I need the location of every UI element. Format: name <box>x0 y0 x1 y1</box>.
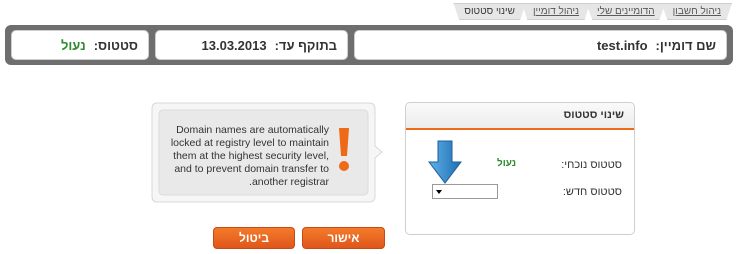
domain-name-label: שם דומיין: <box>655 37 716 53</box>
confirm-button[interactable]: אישור <box>302 227 385 249</box>
status-value: נעול <box>60 37 86 53</box>
expiry-cell: בתוקף עד: 13.03.2013 <box>155 30 348 60</box>
tab-change-status[interactable]: שינוי סטטוס <box>453 3 526 20</box>
tab-account-management[interactable]: ניהול חשבון <box>661 3 732 20</box>
domain-name-cell: שם דומיין: test.info <box>354 30 727 60</box>
status-change-panel: שינוי סטטוס סטטוס נוכחי: נעול סטטוס חדש: <box>405 102 635 235</box>
domain-info-bar: שם דומיין: test.info בתוקף עד: 13.03.201… <box>5 25 733 65</box>
breadcrumb: ניהול חשבון הדומיינים שלי ניהול דומיין ש… <box>453 3 732 20</box>
tab-domain-management[interactable]: ניהול דומיין <box>521 3 591 20</box>
expiry-label: בתוקף עד: <box>274 37 337 53</box>
current-status-label: סטטוס נוכחי: <box>561 159 622 171</box>
expiry-value: 13.03.2013 <box>201 37 267 53</box>
info-text: Domain names are automatically locked at… <box>170 124 329 188</box>
cancel-button[interactable]: ביטול <box>213 227 295 249</box>
domain-name-value: test.info <box>596 37 648 53</box>
info-bubble: Domain names are automatically locked at… <box>151 102 383 203</box>
new-status-label: סטטוס חדש: <box>562 186 622 198</box>
new-status-select[interactable] <box>432 184 498 199</box>
chevron-down-icon <box>436 190 442 194</box>
current-status-value: נעול <box>497 158 517 169</box>
status-cell: סטטוס: נעול <box>11 30 149 60</box>
status-label: סטטוס: <box>93 37 138 53</box>
tab-my-domains[interactable]: הדומיינים שלי <box>586 3 666 20</box>
exclamation-icon <box>339 128 349 171</box>
status-panel-title: שינוי סטטוס <box>406 103 634 130</box>
arrow-down-icon <box>428 140 462 184</box>
